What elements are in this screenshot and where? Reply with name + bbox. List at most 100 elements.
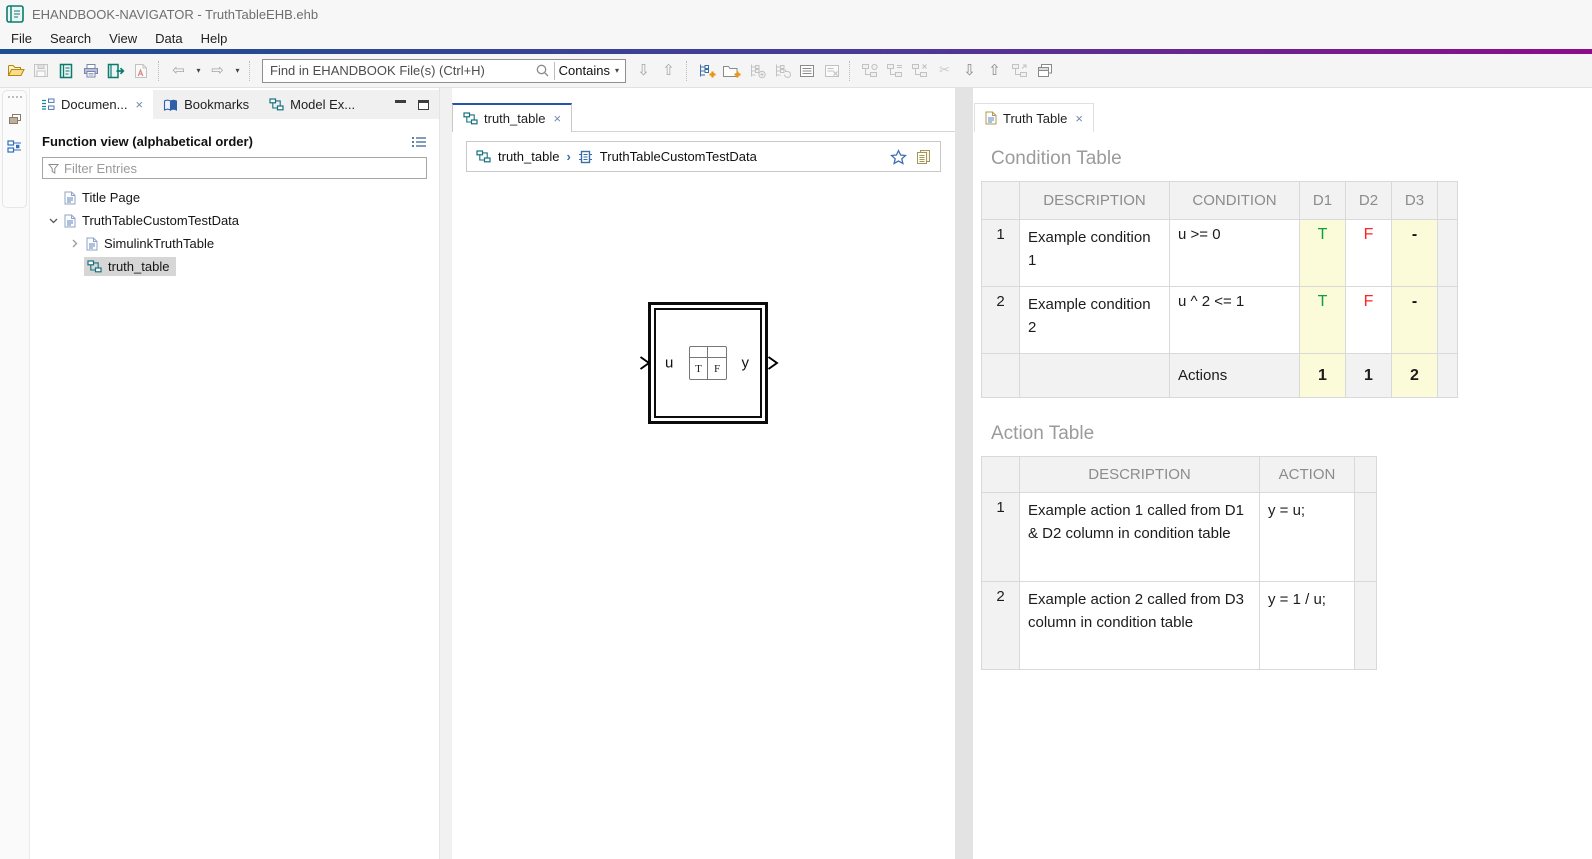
branch-remove-button[interactable] xyxy=(907,58,932,84)
dropdown-icon: ▾ xyxy=(196,66,200,75)
refresh-model-button[interactable] xyxy=(769,58,794,84)
toolbar-separator xyxy=(849,61,854,81)
close-icon[interactable]: × xyxy=(553,111,561,126)
breadcrumb-item-testdata[interactable]: TruthTableCustomTestData xyxy=(600,149,757,164)
tab-truth-table-detail[interactable]: Truth Table × xyxy=(974,103,1094,132)
tree-item-label: TruthTableCustomTestData xyxy=(82,213,239,228)
open-ehandbook-button[interactable] xyxy=(53,58,78,84)
panel-splitter[interactable] xyxy=(955,88,973,859)
export-pdf-button[interactable] xyxy=(128,58,153,84)
sync-model-button[interactable] xyxy=(744,58,769,84)
favorite-star-icon[interactable] xyxy=(890,149,907,165)
action-description: Example action 1 called from D1 & D2 col… xyxy=(1020,493,1260,582)
menu-file[interactable]: File xyxy=(2,29,41,48)
tab-truth-table-model[interactable]: truth_table × xyxy=(452,103,572,132)
move-down-icon: ⇩ xyxy=(963,63,976,78)
close-table-button[interactable] xyxy=(819,58,844,84)
find-previous-button[interactable]: ⇧ xyxy=(656,58,681,84)
open-file-button[interactable] xyxy=(3,58,28,84)
bookmarks-icon xyxy=(163,98,178,112)
navigate-forward-button[interactable]: ⇨ xyxy=(205,58,230,84)
truth-table-glyph-icon: T F xyxy=(689,346,727,380)
properties-list-button[interactable] xyxy=(794,58,819,84)
documents-tab-icon xyxy=(40,98,55,111)
d1-value: T xyxy=(1300,220,1346,287)
print-button[interactable] xyxy=(78,58,103,84)
add-folder-button[interactable] xyxy=(719,58,744,84)
header-d3: D3 xyxy=(1392,182,1438,220)
export-button[interactable] xyxy=(103,58,128,84)
input-port-arrow-icon xyxy=(639,355,652,371)
tab-documents[interactable]: Documen... × xyxy=(30,90,153,119)
filter-entries-input[interactable] xyxy=(64,161,421,176)
filter-box xyxy=(42,157,427,179)
search-divider xyxy=(554,62,555,80)
block-inner-border: u T F y xyxy=(654,308,762,418)
search-icon xyxy=(535,63,550,78)
truth-table-block[interactable]: u T F y xyxy=(648,302,768,424)
actions-d1: 1 xyxy=(1300,354,1346,398)
condition-table-title: Condition Table xyxy=(991,148,1592,170)
drag-handle[interactable] xyxy=(8,96,22,98)
toolbar-separator xyxy=(686,61,691,81)
tree-item-truth-table-selected[interactable]: truth_table xyxy=(42,255,427,278)
menu-help[interactable]: Help xyxy=(192,29,237,48)
duplicate-view-button[interactable] xyxy=(1032,58,1057,84)
view-menu-icon[interactable] xyxy=(411,136,427,148)
open-folder-icon xyxy=(7,63,25,78)
back-history-dropdown[interactable]: ▾ xyxy=(191,58,205,84)
branch-collapse-button[interactable] xyxy=(882,58,907,84)
close-icon[interactable]: × xyxy=(1075,111,1083,126)
cut-button[interactable]: ✂ xyxy=(932,58,957,84)
search-mode-dropdown[interactable]: Contains▾ xyxy=(559,63,625,78)
find-next-button[interactable]: ⇩ xyxy=(631,58,656,84)
selected-tree-item[interactable]: truth_table xyxy=(84,257,176,276)
tree-item-simulinktruthtable[interactable]: SimulinkTruthTable xyxy=(42,232,427,255)
panel-window-buttons xyxy=(395,90,439,119)
search-input[interactable] xyxy=(263,63,535,78)
navigate-back-button[interactable]: ⇦ xyxy=(166,58,191,84)
document-explorer-panel: Documen... × Bookmarks Model Ex... Funct… xyxy=(30,88,440,859)
model-view-shortcut-button[interactable] xyxy=(7,140,22,153)
row-number: 2 xyxy=(982,582,1020,670)
chevron-expanded-icon[interactable] xyxy=(42,218,64,224)
toolbar: ⇦ ▾ ⇨ ▾ Contains▾ ⇩ ⇧ ✂ ⇩ ⇧ xyxy=(0,54,1592,88)
close-icon[interactable]: × xyxy=(135,97,143,112)
add-folder-icon xyxy=(722,63,741,79)
tab-bookmarks[interactable]: Bookmarks xyxy=(153,90,259,119)
tree-item-title-page[interactable]: Title Page xyxy=(42,186,427,209)
condition-expression: u ^ 2 <= 1 xyxy=(1170,287,1300,354)
tab-model-explorer[interactable]: Model Ex... xyxy=(259,90,365,119)
minimize-panel-button[interactable] xyxy=(395,100,406,103)
tree-item-truthtablecustomtestdata[interactable]: TruthTableCustomTestData xyxy=(42,209,427,232)
copy-link-icon[interactable] xyxy=(916,149,931,164)
breadcrumb-separator: › xyxy=(566,149,570,164)
model-canvas[interactable]: u T F y xyxy=(452,172,955,859)
menu-view[interactable]: View xyxy=(100,29,146,48)
window-title: EHANDBOOK-NAVIGATOR - TruthTableEHB.ehb xyxy=(32,7,318,22)
sync-model-icon xyxy=(748,63,766,79)
left-tab-strip: Documen... × Bookmarks Model Ex... xyxy=(30,90,439,119)
condition-table-header-row: DESCRIPTION CONDITION D1 D2 D3 xyxy=(982,182,1458,220)
panel-splitter[interactable] xyxy=(440,88,452,859)
branch-expand-button[interactable] xyxy=(857,58,882,84)
move-up-button[interactable]: ⇧ xyxy=(982,58,1007,84)
scissors-icon: ✂ xyxy=(939,64,950,77)
menu-search[interactable]: Search xyxy=(41,29,100,48)
actions-row: Actions 1 1 2 xyxy=(982,354,1458,398)
export-book-icon xyxy=(107,63,125,79)
restore-panel-button[interactable] xyxy=(8,113,22,125)
add-model-button[interactable] xyxy=(694,58,719,84)
save-button[interactable] xyxy=(28,58,53,84)
toolbar-separator xyxy=(249,61,254,81)
menu-data[interactable]: Data xyxy=(146,29,191,48)
d2-value: F xyxy=(1346,287,1392,354)
row-number: 1 xyxy=(982,493,1020,582)
breadcrumb-item-truth-table[interactable]: truth_table xyxy=(498,149,559,164)
tree-item-label: truth_table xyxy=(108,259,169,274)
forward-history-dropdown[interactable]: ▾ xyxy=(230,58,244,84)
move-down-button[interactable]: ⇩ xyxy=(957,58,982,84)
chevron-collapsed-icon[interactable] xyxy=(64,239,86,248)
branch-jump-button[interactable] xyxy=(1007,58,1032,84)
maximize-panel-button[interactable] xyxy=(418,100,429,110)
